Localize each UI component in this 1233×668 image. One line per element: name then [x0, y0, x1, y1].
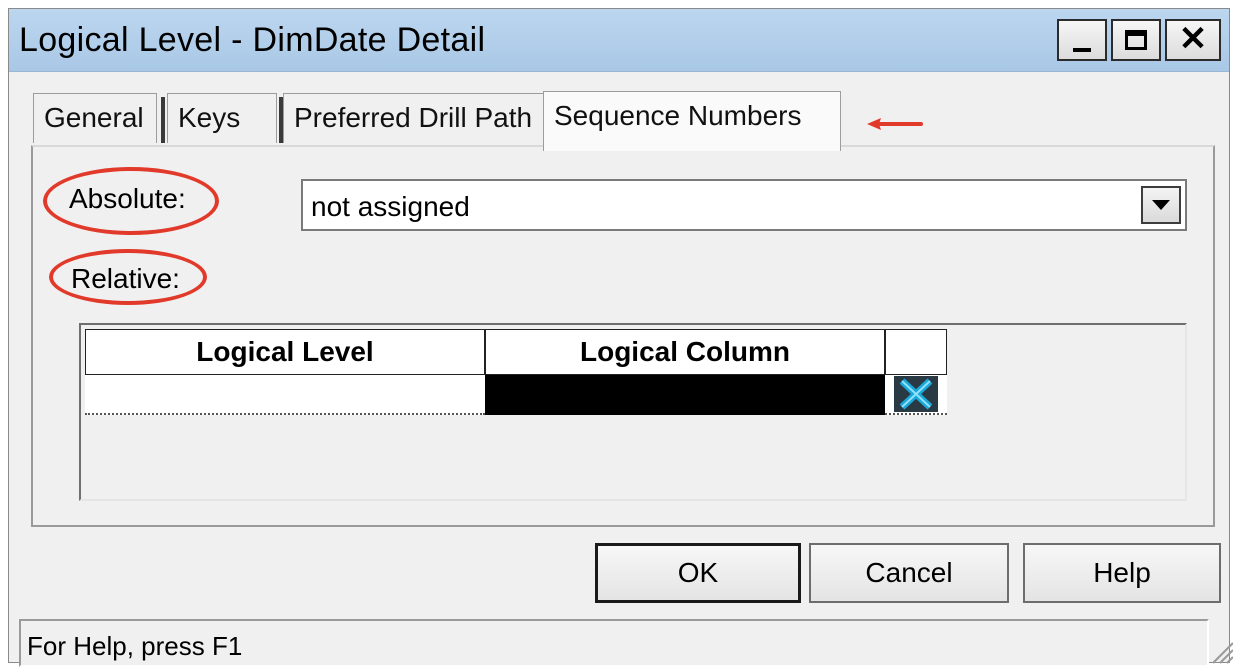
- close-icon: ✕: [1178, 20, 1208, 58]
- grid-cell-logical-column[interactable]: [485, 375, 885, 415]
- minimize-icon: [1073, 48, 1091, 52]
- status-bar: For Help, press F1: [19, 619, 1209, 667]
- annotation-circle-absolute: [43, 167, 219, 235]
- delete-row-button[interactable]: [885, 375, 947, 415]
- maximize-button[interactable]: [1111, 19, 1161, 61]
- column-header-logical-level[interactable]: Logical Level: [85, 329, 485, 375]
- resize-grip-icon[interactable]: [1207, 637, 1233, 665]
- column-header-logical-column[interactable]: Logical Column: [485, 329, 885, 375]
- dialog-window: Logical Level - DimDate Detail ✕ General…: [8, 8, 1233, 667]
- minimize-button[interactable]: [1057, 19, 1107, 61]
- ok-button[interactable]: OK: [595, 543, 801, 603]
- annotation-circle-relative: [49, 249, 207, 305]
- relative-sequence-grid[interactable]: Logical Level Logical Column: [79, 323, 1187, 501]
- help-button[interactable]: Help: [1023, 543, 1221, 603]
- tab-preferred-drill-path[interactable]: Preferred Drill Path: [283, 93, 545, 143]
- absolute-dropdown-value: not assigned: [311, 191, 470, 222]
- tab-separator: [161, 97, 165, 143]
- tab-general[interactable]: General: [33, 93, 157, 143]
- status-text: For Help, press F1: [27, 631, 243, 661]
- window-title: Logical Level - DimDate Detail: [19, 21, 486, 59]
- column-header-action: [885, 329, 947, 375]
- dropdown-arrow-button[interactable]: [1141, 186, 1181, 224]
- chevron-down-icon: [1152, 200, 1170, 210]
- cancel-button[interactable]: Cancel: [809, 543, 1009, 603]
- tab-keys[interactable]: Keys: [167, 93, 277, 143]
- maximize-icon: [1125, 30, 1147, 50]
- annotation-arrow-icon: [867, 118, 923, 130]
- grid-cell-logical-level[interactable]: [85, 375, 485, 415]
- delete-x-icon: [894, 376, 938, 412]
- close-button[interactable]: ✕: [1165, 19, 1221, 61]
- tab-sequence-numbers[interactable]: Sequence Numbers: [543, 91, 841, 151]
- absolute-dropdown[interactable]: not assigned: [301, 179, 1187, 231]
- title-bar[interactable]: Logical Level - DimDate Detail ✕: [9, 9, 1229, 72]
